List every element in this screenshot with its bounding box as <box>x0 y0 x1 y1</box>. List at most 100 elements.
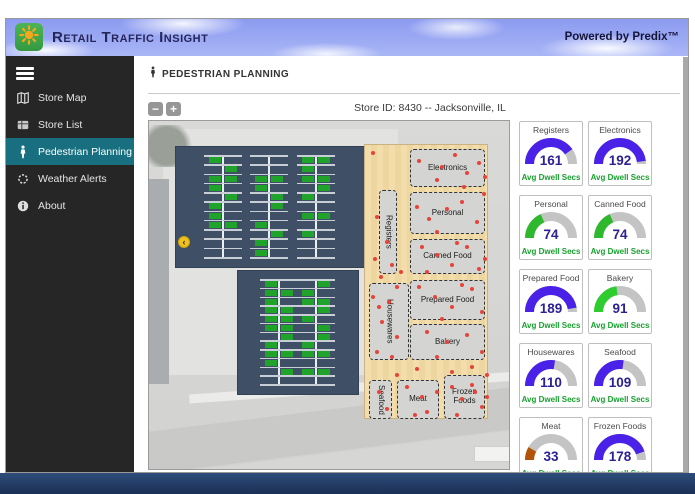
gauge-card-canned-food: Canned Food 74 Avg Dwell Secs <box>588 195 652 260</box>
gauge-value: 192 <box>608 153 632 168</box>
pedestrian-dot <box>450 370 454 374</box>
pedestrian-dot <box>395 335 399 339</box>
gauge-title: Personal <box>534 199 568 209</box>
parking-row <box>297 155 335 259</box>
sidebar-item-label: Pedestrian Planning <box>38 145 132 158</box>
pedestrian-dot <box>433 295 437 299</box>
pedestrian-dot <box>445 340 449 344</box>
pedestrian-dot <box>395 285 399 289</box>
occupied-space <box>265 307 277 314</box>
occupied-space <box>271 231 283 238</box>
store-map-canvas[interactable]: Electronics Registers Personal Canned Food P… <box>148 120 510 470</box>
occupied-space <box>265 359 277 366</box>
gauge-title: Meat <box>541 421 561 431</box>
pedestrian-dot <box>460 397 464 401</box>
chevron-left-marker[interactable]: ‹ <box>178 236 190 248</box>
gauge-arc: 178 <box>593 433 647 464</box>
pedestrian-dot <box>379 275 383 279</box>
occupied-space <box>318 351 330 357</box>
sidebar-item-store-map[interactable]: Store Map <box>5 84 134 111</box>
occupied-space <box>318 281 330 287</box>
occupied-space <box>302 351 314 357</box>
app-logo <box>15 23 43 51</box>
gauge-arc: 110 <box>524 359 578 390</box>
sun-icon <box>18 24 40 51</box>
pedestrian-dot <box>385 407 389 411</box>
pedestrian-dot <box>435 390 439 394</box>
gauge-arc: 109 <box>593 359 647 390</box>
sidebar-item-label: About <box>38 199 66 212</box>
pedestrian-dot <box>462 185 466 189</box>
pedestrian-dot <box>477 267 481 271</box>
hamburger-icon[interactable] <box>14 63 36 80</box>
store-floorplan: Electronics Registers Personal Canned Food P… <box>364 144 489 419</box>
gauge-value: 178 <box>608 449 632 464</box>
occupied-space <box>318 307 330 314</box>
department-electronics[interactable]: Electronics <box>410 149 485 187</box>
pedestrian-dot <box>477 161 481 165</box>
occupied-space <box>302 368 314 375</box>
gauge-unit-label: Avg Dwell Secs <box>521 247 581 256</box>
department-registers[interactable]: Registers <box>379 190 397 274</box>
department-frozen-foods[interactable]: Frozen Foods <box>444 375 485 419</box>
sidebar-item-about[interactable]: About <box>5 192 134 219</box>
occupied-space <box>225 166 237 173</box>
pedestrian-dot <box>450 385 454 389</box>
occupied-space <box>209 203 221 210</box>
pedestrian-dot <box>385 240 389 244</box>
gauge-arc: 74 <box>524 211 578 242</box>
department-prepared-food[interactable]: Prepared Food <box>410 280 485 320</box>
occupied-space <box>318 157 330 163</box>
sidebar-menu: Store Map Store List Pedestrian Planning We… <box>5 84 134 219</box>
page-title: PEDESTRIAN PLANNING <box>162 68 290 80</box>
gauge-card-registers: Registers 161 Avg Dwell Secs <box>519 121 583 186</box>
bottom-bar <box>0 473 695 494</box>
pedestrian-dot <box>455 413 459 417</box>
pedestrian-dot <box>425 410 429 414</box>
info-icon <box>15 198 30 213</box>
occupied-space <box>209 175 221 182</box>
occupied-space <box>302 166 314 173</box>
department-seafood[interactable]: Seafood <box>369 380 392 419</box>
department-housewares[interactable]: Housewares <box>369 283 409 360</box>
occupied-space <box>281 368 293 375</box>
occupied-space <box>281 289 293 296</box>
pedestrian-dot <box>480 405 484 409</box>
pedestrian-dot <box>450 305 454 309</box>
zoom-in-button[interactable]: + <box>166 102 181 116</box>
occupied-space <box>302 342 314 349</box>
pedestrian-dot <box>482 192 486 196</box>
occupied-space <box>302 231 314 238</box>
parking-row <box>260 279 298 386</box>
pedestrian-dot <box>377 390 381 394</box>
pedestrian-dot <box>465 245 469 249</box>
pedestrian-dot <box>390 355 394 359</box>
gauge-title: Prepared Food <box>522 273 580 283</box>
divider <box>148 93 680 94</box>
pedestrian-dot <box>377 305 381 309</box>
sidebar-item-pedestrian-planning[interactable]: Pedestrian Planning <box>5 138 134 165</box>
sidebar-item-store-list[interactable]: Store List <box>5 111 134 138</box>
pedestrian-dot <box>371 151 375 155</box>
occupied-space <box>265 316 277 322</box>
occupied-space <box>318 333 330 340</box>
gauge-card-housewares: Housewares 110 Avg Dwell Secs <box>519 343 583 408</box>
occupied-space <box>302 316 314 322</box>
occupied-space <box>209 157 221 163</box>
gauge-card-electronics: Electronics 192 Avg Dwell Secs <box>588 121 652 186</box>
gauge-title: Registers <box>533 125 569 135</box>
sidebar-item-weather-alerts[interactable]: Weather Alerts <box>5 165 134 192</box>
gauge-title: Electronics <box>599 125 641 135</box>
sidebar: Store Map Store List Pedestrian Planning We… <box>5 56 134 473</box>
department-meat[interactable]: Meat <box>397 380 439 419</box>
occupied-space <box>225 175 237 182</box>
gauge-unit-label: Avg Dwell Secs <box>521 395 581 404</box>
occupied-space <box>255 184 267 191</box>
gauge-unit-label: Avg Dwell Secs <box>590 247 650 256</box>
department-personal[interactable]: Personal <box>410 192 485 234</box>
gauge-value: 109 <box>608 375 632 390</box>
zoom-out-button[interactable]: − <box>148 102 163 116</box>
pedestrian-dot <box>373 257 377 261</box>
scrollbar[interactable] <box>683 57 689 473</box>
occupied-space <box>265 351 277 357</box>
